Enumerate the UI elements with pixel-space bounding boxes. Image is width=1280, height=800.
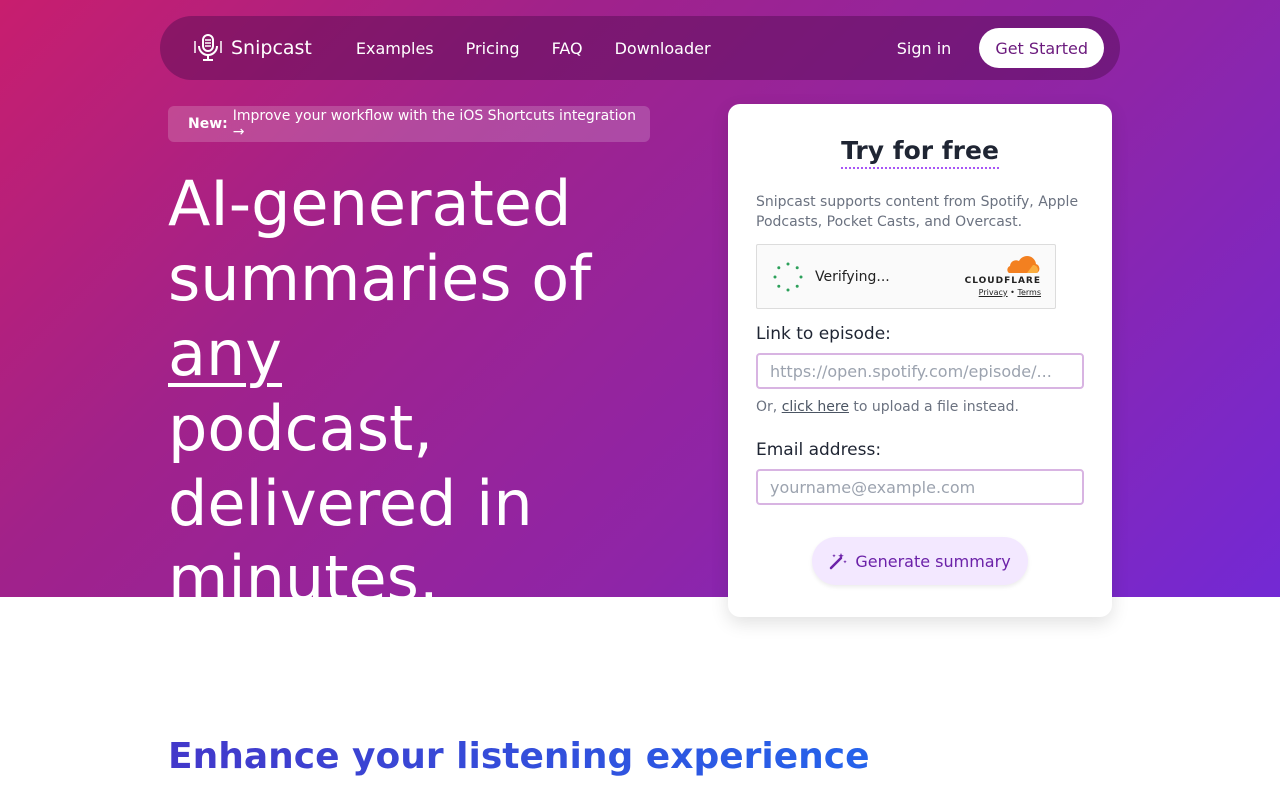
headline-emphasis: any <box>168 317 282 390</box>
headline-line-3: podcast, <box>168 392 434 465</box>
generate-summary-button[interactable]: Generate summary <box>812 537 1028 585</box>
generate-summary-label: Generate summary <box>855 551 1011 571</box>
microphone-logo-icon <box>194 34 222 61</box>
announcement-badge: New: <box>188 116 228 132</box>
nav-link-downloader[interactable]: Downloader <box>615 39 711 58</box>
card-title-text: Try for free <box>841 136 999 169</box>
announcement-banner[interactable]: New: Improve your workflow with the iOS … <box>168 106 650 142</box>
upload-file-link[interactable]: click here <box>782 399 849 415</box>
upload-note-prefix: Or, <box>756 399 778 415</box>
headline-line-2-prefix: summaries of <box>168 242 592 315</box>
hero-headline: AI-generated summaries of any podcast, d… <box>168 166 708 616</box>
cloudflare-links: Privacy • Terms <box>965 288 1041 297</box>
brand-link[interactable]: Snipcast <box>193 33 312 63</box>
episode-link-label: Link to episode: <box>756 324 891 344</box>
cloudflare-cloud-icon <box>1007 256 1040 273</box>
captcha-status: Verifying... <box>815 268 890 285</box>
captcha-separator: • <box>1010 288 1015 297</box>
captcha-terms-link[interactable]: Terms <box>1017 288 1041 297</box>
nav-link-examples[interactable]: Examples <box>356 39 434 58</box>
magic-wand-icon <box>830 553 848 570</box>
nav-actions: Sign in Get Started <box>897 28 1104 68</box>
cloudflare-branding: CLOUDFLARE Privacy • Terms <box>965 255 1041 297</box>
top-nav: Snipcast Examples Pricing FAQ Downloader… <box>160 16 1120 80</box>
email-input[interactable] <box>756 469 1084 505</box>
card-title: Try for free <box>728 136 1112 169</box>
get-started-button[interactable]: Get Started <box>979 28 1104 68</box>
email-label: Email address: <box>756 440 882 460</box>
sign-in-link[interactable]: Sign in <box>897 39 952 58</box>
upload-note-suffix: to upload a file instead. <box>853 399 1019 415</box>
headline-line-5: minutes. <box>168 542 439 615</box>
headline-line-4: delivered in <box>168 467 533 540</box>
nav-link-faq[interactable]: FAQ <box>552 39 583 58</box>
cloudflare-captcha[interactable]: Verifying... CLOUDFLARE Privacy • Terms <box>756 244 1056 309</box>
captcha-privacy-link[interactable]: Privacy <box>979 288 1008 297</box>
nav-links: Examples Pricing FAQ Downloader <box>356 39 711 58</box>
announcement-text: Improve your workflow with the iOS Short… <box>232 108 636 140</box>
nav-link-pricing[interactable]: Pricing <box>466 39 520 58</box>
cloudflare-wordmark: CLOUDFLARE <box>964 276 1041 286</box>
features-section-title: Enhance your listening experience <box>168 736 870 777</box>
try-free-card: Try for free Snipcast supports content f… <box>728 104 1112 617</box>
loading-spinner-icon <box>773 262 803 291</box>
episode-link-input[interactable] <box>756 353 1084 389</box>
brand-name: Snipcast <box>231 37 312 59</box>
upload-note: Or, click here to upload a file instead. <box>756 399 1019 415</box>
supported-platforms-text: Snipcast supports content from Spotify, … <box>756 194 1079 230</box>
headline-line-1: AI-generated <box>168 167 572 240</box>
